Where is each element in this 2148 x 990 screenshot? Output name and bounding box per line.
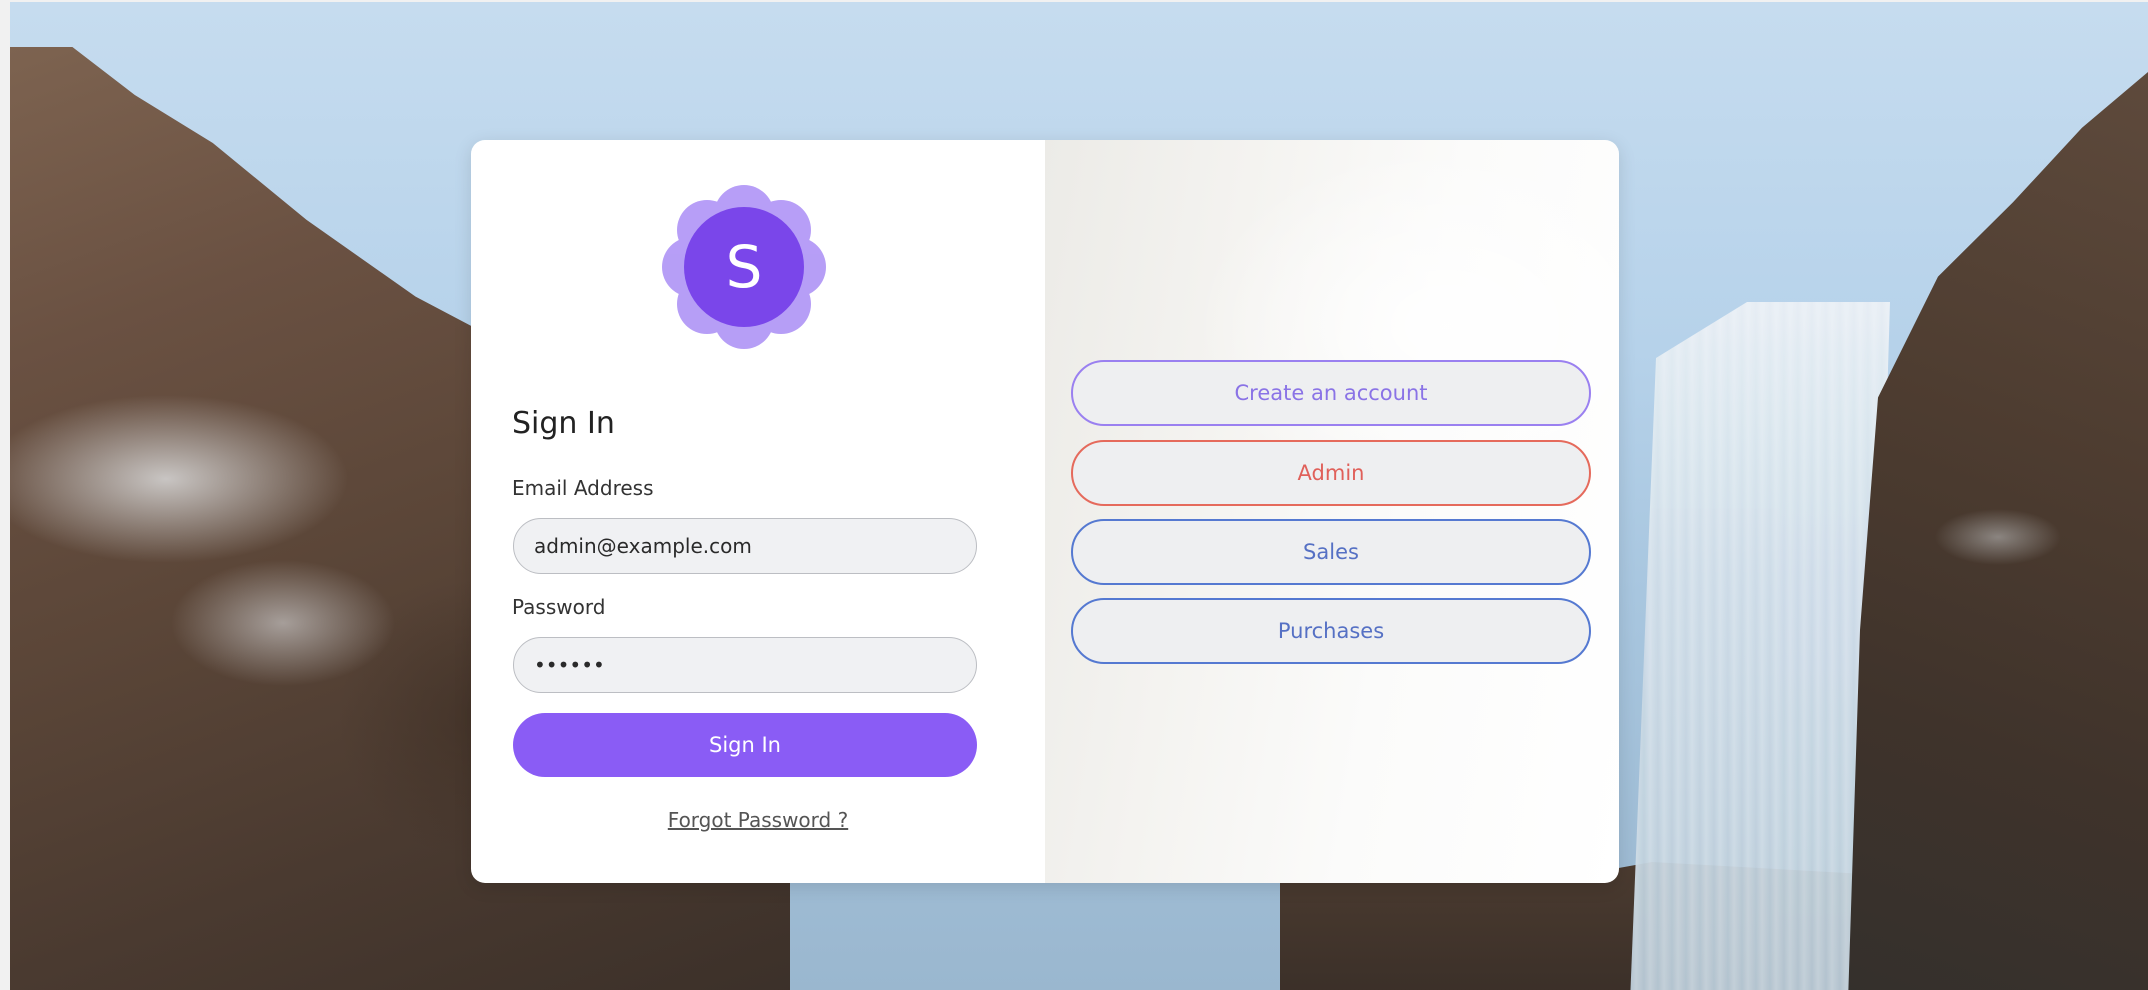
email-label: Email Address: [512, 476, 654, 500]
waterfall: [1630, 302, 1890, 990]
logo-icon: S: [662, 185, 826, 349]
cliff-right: [1848, 72, 2148, 990]
logo-letter: S: [726, 233, 763, 301]
login-card: S Sign In Email Address Password Sign In…: [471, 140, 1619, 883]
email-field[interactable]: [513, 518, 977, 574]
signin-button[interactable]: Sign In: [513, 713, 977, 777]
create-account-button[interactable]: Create an account: [1071, 360, 1591, 426]
forgot-password-container: Forgot Password ?: [471, 808, 1045, 832]
password-label: Password: [512, 595, 606, 619]
password-field[interactable]: [513, 637, 977, 693]
admin-login-button[interactable]: Admin: [1071, 440, 1591, 506]
purchases-login-button[interactable]: Purchases: [1071, 598, 1591, 664]
sales-login-button[interactable]: Sales: [1071, 519, 1591, 585]
quick-access-panel: Create an account Admin Sales Purchases: [1045, 140, 1619, 883]
page-title: Sign In: [512, 406, 615, 441]
forgot-password-link[interactable]: Forgot Password ?: [668, 808, 848, 832]
signin-panel: S Sign In Email Address Password Sign In…: [471, 140, 1045, 883]
